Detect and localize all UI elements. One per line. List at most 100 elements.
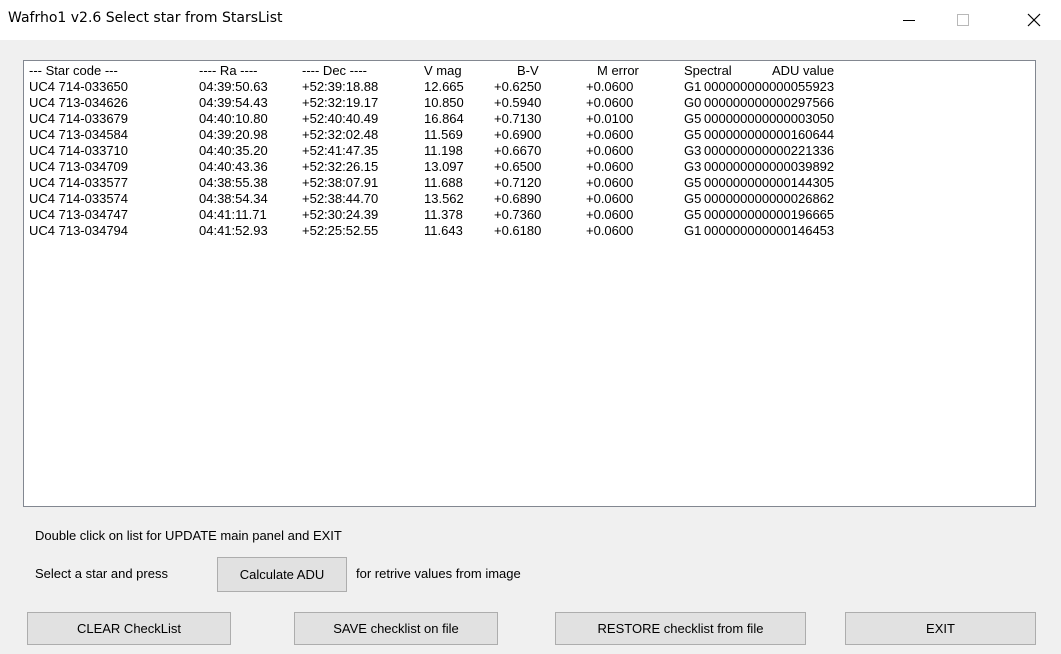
list-item[interactable]: UC4 714-033574 04:38:54.34 +52:38:44.70 13.…	[24, 191, 1035, 207]
row-adu: 000000000000039892	[704, 159, 835, 174]
row-ra: 04:40:43.36	[199, 159, 268, 174]
row-adu: 000000000000144305	[704, 175, 835, 190]
row-spectral: G5	[684, 111, 702, 126]
row-dec: +52:25:52.55	[302, 223, 379, 238]
row-vmag: 13.097	[424, 159, 464, 174]
header-ra: ---- Ra ----	[199, 63, 258, 78]
minimize-button[interactable]	[886, 0, 932, 40]
header-merror: M error	[597, 63, 639, 78]
minimize-icon	[903, 20, 915, 21]
row-adu: 000000000000221336	[704, 143, 835, 158]
row-ra: 04:41:11.71	[199, 207, 267, 222]
row-merror: +0.0600	[586, 207, 634, 222]
star-listbox[interactable]: --- Star code --- ---- Ra ---- ---- Dec …	[23, 60, 1036, 507]
row-merror: +0.0600	[586, 191, 634, 206]
select-star-hint: Select a star and press	[35, 566, 168, 581]
row-vmag: 16.864	[424, 111, 464, 126]
row-star-code: UC4 714-033710	[29, 143, 129, 158]
row-spectral: G1	[684, 79, 702, 94]
row-spectral: G3	[684, 159, 702, 174]
row-vmag: 13.562	[424, 191, 464, 206]
row-spectral: G5	[684, 175, 702, 190]
header-star-code: --- Star code ---	[29, 63, 118, 78]
list-item[interactable]: UC4 713-034794 04:41:52.93 +52:25:52.55 11.…	[24, 223, 1035, 239]
row-star-code: UC4 713-034794	[29, 223, 129, 238]
row-vmag: 11.198	[424, 143, 463, 158]
save-checklist-button[interactable]: SAVE checklist on file	[294, 612, 498, 645]
exit-button[interactable]: EXIT	[845, 612, 1036, 645]
row-star-code: UC4 713-034747	[29, 207, 129, 222]
row-dec: +52:32:26.15	[302, 159, 379, 174]
list-item[interactable]: UC4 713-034709 04:40:43.36 +52:32:26.15 13.…	[24, 159, 1035, 175]
row-adu: 000000000000055923	[704, 79, 835, 94]
row-ra: 04:39:50.63	[199, 79, 268, 94]
list-item[interactable]: UC4 713-034626 04:39:54.43 +52:32:19.17 10.…	[24, 95, 1035, 111]
row-adu: 000000000000146453	[704, 223, 835, 238]
list-item[interactable]: UC4 713-034747 04:41:11.71 +52:30:24.39 11.…	[24, 207, 1035, 223]
header-dec: ---- Dec ----	[302, 63, 367, 78]
row-dec: +52:32:02.48	[302, 127, 379, 142]
row-star-code: UC4 713-034709	[29, 159, 129, 174]
header-bv: B-V	[517, 63, 539, 78]
row-ra: 04:40:35.20	[199, 143, 268, 158]
clear-checklist-button[interactable]: CLEAR CheckList	[27, 612, 231, 645]
maximize-button[interactable]	[940, 0, 986, 40]
row-vmag: 11.643	[424, 223, 463, 238]
row-spectral: G5	[684, 127, 702, 142]
row-dec: +52:41:47.35	[302, 143, 379, 158]
row-merror: +0.0600	[586, 223, 634, 238]
list-item[interactable]: UC4 714-033577 04:38:55.38 +52:38:07.91 11.…	[24, 175, 1035, 191]
row-ra: 04:39:54.43	[199, 95, 268, 110]
row-dec: +52:38:07.91	[302, 175, 379, 190]
row-star-code: UC4 714-033650	[29, 79, 129, 94]
list-item[interactable]: UC4 714-033710 04:40:35.20 +52:41:47.35 11.…	[24, 143, 1035, 159]
row-merror: +0.0600	[586, 127, 634, 142]
row-ra: 04:38:55.38	[199, 175, 268, 190]
row-star-code: UC4 714-033574	[29, 191, 129, 206]
row-ra: 04:38:54.34	[199, 191, 268, 206]
close-button[interactable]	[1011, 0, 1057, 40]
row-dec: +52:38:44.70	[302, 191, 379, 206]
row-spectral: G5	[684, 207, 702, 222]
row-bv: +0.6670	[494, 143, 542, 158]
row-adu: 000000000000003050	[704, 111, 835, 126]
row-vmag: 11.688	[424, 175, 463, 190]
row-vmag: 10.850	[424, 95, 464, 110]
row-dec: +52:40:40.49	[302, 111, 379, 126]
maximize-icon	[957, 14, 969, 26]
row-adu: 000000000000160644	[704, 127, 835, 142]
row-ra: 04:40:10.80	[199, 111, 268, 126]
row-merror: +0.0600	[586, 79, 634, 94]
retrieve-hint: for retrive values from image	[356, 566, 521, 581]
double-click-hint: Double click on list for UPDATE main pan…	[35, 528, 342, 543]
row-adu: 000000000000196665	[704, 207, 835, 222]
row-bv: +0.6500	[494, 159, 542, 174]
row-bv: +0.6900	[494, 127, 542, 142]
title-bar[interactable]: Wafrho1 v2.6 Select star from StarsList	[0, 0, 1061, 40]
list-item[interactable]: UC4 714-033679 04:40:10.80 +52:40:40.49 16.…	[24, 111, 1035, 127]
row-bv: +0.5940	[494, 95, 542, 110]
calculate-adu-button[interactable]: Calculate ADU	[217, 557, 347, 592]
list-item[interactable]: UC4 714-033650 04:39:50.63 +52:39:18.88 12.…	[24, 79, 1035, 95]
row-star-code: UC4 713-034584	[29, 127, 129, 142]
row-dec: +52:39:18.88	[302, 79, 379, 94]
row-spectral: G5	[684, 191, 702, 206]
row-spectral: G1	[684, 223, 702, 238]
row-bv: +0.7120	[494, 175, 542, 190]
row-merror: +0.0600	[586, 95, 634, 110]
restore-checklist-button[interactable]: RESTORE checklist from file	[555, 612, 806, 645]
row-spectral: G0	[684, 95, 702, 110]
row-dec: +52:30:24.39	[302, 207, 379, 222]
row-merror: +0.0600	[586, 175, 634, 190]
window-title: Wafrho1 v2.6 Select star from StarsList	[8, 10, 283, 26]
header-spectral: Spectral	[684, 63, 732, 78]
row-spectral: G3	[684, 143, 702, 158]
row-adu: 000000000000297566	[704, 95, 835, 110]
row-ra: 04:39:20.98	[199, 127, 268, 142]
list-item[interactable]: UC4 713-034584 04:39:20.98 +52:32:02.48 11.…	[24, 127, 1035, 143]
header-vmag: V mag	[424, 63, 462, 78]
row-merror: +0.0600	[586, 143, 634, 158]
list-header-row: --- Star code --- ---- Ra ---- ---- Dec …	[24, 63, 1035, 79]
row-ra: 04:41:52.93	[199, 223, 268, 238]
row-bv: +0.6180	[494, 223, 542, 238]
